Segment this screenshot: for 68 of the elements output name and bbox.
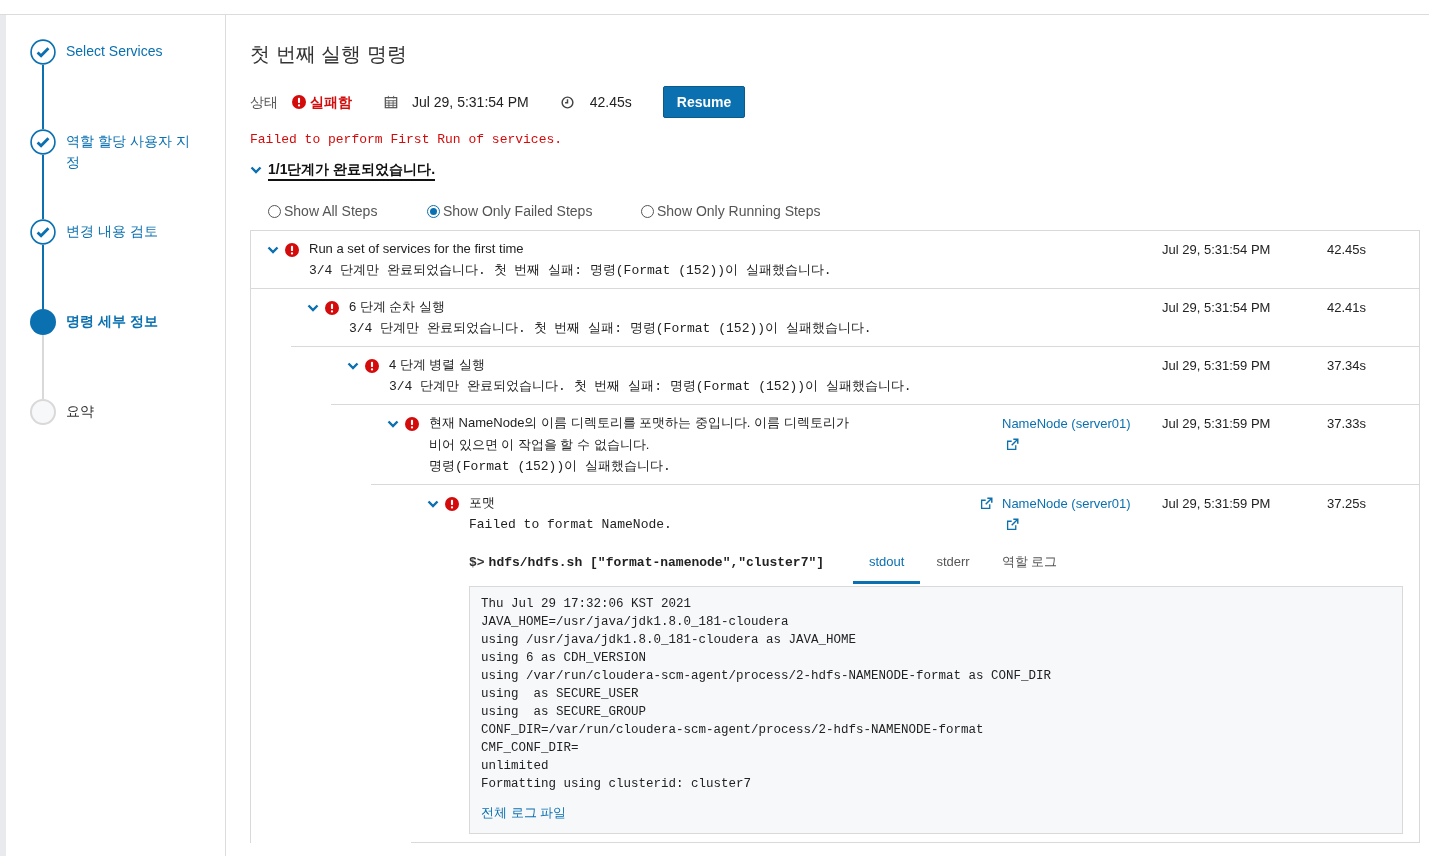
radio-button[interactable] bbox=[427, 204, 440, 218]
step-title: 현재 NameNode의 이름 디렉토리를 포맷하는 중입니다. 이름 디렉토리가 비어 있으면 이 작업을 할 수 없습니다. bbox=[429, 413, 849, 454]
step-time: Jul 29, 5:31:59 PM bbox=[1162, 494, 1272, 513]
duration: 42.45s bbox=[589, 92, 632, 112]
status-value: 실패함 bbox=[310, 92, 352, 112]
step-time: Jul 29, 5:31:59 PM bbox=[1162, 414, 1272, 433]
log-line: using /usr/java/jdk1.8.0_181-cloudera as JAVA_HOME bbox=[481, 632, 858, 649]
error-message: Failed to perform First Run of services. bbox=[250, 131, 564, 149]
full-log-link[interactable]: 전체 로그 파일 bbox=[481, 803, 1391, 823]
summary-toggle[interactable]: 1/1단계가 완료되었습니다. bbox=[268, 158, 436, 181]
step-message: 명령(Format (152))이 실패했습니다. bbox=[429, 457, 672, 476]
step-duration: 37.34s bbox=[1327, 356, 1368, 375]
log-line: Thu Jul 29 17:32:06 KST 2021 bbox=[481, 596, 693, 613]
log-tab[interactable]: stderr bbox=[920, 551, 986, 584]
wizard-step-label[interactable]: 명령 세부 정보 bbox=[66, 309, 194, 399]
start-time: Jul 29, 5:31:54 PM bbox=[412, 92, 529, 112]
wizard-step-label[interactable]: 변경 내용 검토 bbox=[66, 219, 194, 309]
status-label: 상태 bbox=[250, 92, 279, 112]
calendar-icon bbox=[384, 95, 398, 109]
radio-label[interactable]: Show All Steps bbox=[284, 200, 378, 222]
command-text: hdfs/hdfs.sh ["format-namenode","cluster7"] bbox=[488, 553, 825, 572]
radio-button[interactable] bbox=[641, 204, 654, 218]
step-title: Run a set of services for the first time bbox=[309, 239, 525, 258]
error-icon bbox=[292, 95, 306, 109]
error-icon bbox=[325, 300, 339, 315]
external-link-icon[interactable] bbox=[1006, 437, 1019, 451]
host-link[interactable]: NameNode (server01) bbox=[1002, 494, 1131, 512]
error-icon bbox=[285, 242, 299, 257]
step-time: Jul 29, 5:31:54 PM bbox=[1162, 298, 1272, 317]
host-link[interactable]: NameNode (server01) bbox=[1002, 414, 1131, 432]
log-line: using 6 as CDH_VERSION bbox=[481, 650, 648, 667]
log-line: CMF_CONF_DIR= bbox=[481, 740, 580, 757]
wizard-step-label[interactable]: Select Services bbox=[66, 39, 194, 129]
step-message: 3/4 단계만 완료되었습니다. 첫 번째 실패: 명령(Format (152))이 실패했습니다. bbox=[389, 377, 913, 396]
log-line: CONF_DIR=/var/run/cloudera-scm-agent/process/2-hdfs-NAMENODE-format bbox=[481, 722, 985, 739]
external-link-icon[interactable] bbox=[980, 496, 993, 510]
step-message: 3/4 단계만 완료되었습니다. 첫 번째 실패: 명령(Format (152))이 실패했습니다. bbox=[349, 319, 873, 338]
step-title: 6 단계 순차 실행 bbox=[349, 297, 447, 316]
log-line: using as SECURE_GROUP bbox=[481, 704, 648, 721]
step-message: Failed to format NameNode. bbox=[469, 515, 673, 534]
log-line: using as SECURE_USER bbox=[481, 686, 640, 703]
clock-icon bbox=[560, 95, 574, 109]
step-title: 포맷 bbox=[469, 493, 496, 512]
wizard-step-label[interactable]: 요약 bbox=[66, 399, 194, 489]
error-icon bbox=[405, 416, 419, 431]
step-message: 3/4 단계만 완료되었습니다. 첫 번째 실패: 명령(Format (152))이 실패했습니다. bbox=[309, 261, 833, 280]
log-tab[interactable]: 역할 로그 bbox=[985, 551, 1074, 584]
radio-label[interactable]: Show Only Running Steps bbox=[657, 200, 821, 222]
step-duration: 37.33s bbox=[1327, 414, 1368, 433]
step-duration: 42.45s bbox=[1327, 240, 1368, 259]
external-link-icon[interactable] bbox=[1006, 517, 1019, 531]
page-title: 첫 번째 실행 명령 bbox=[250, 42, 408, 67]
step-time: Jul 29, 5:31:59 PM bbox=[1162, 356, 1272, 375]
prompt-symbol: $> bbox=[469, 553, 485, 572]
step-time: Jul 29, 5:31:54 PM bbox=[1162, 240, 1272, 259]
step-duration: 37.25s bbox=[1327, 494, 1368, 513]
log-line: Formatting using clusterid: cluster7 bbox=[481, 776, 753, 793]
step-duration: 42.41s bbox=[1327, 298, 1368, 317]
log-line: unlimited bbox=[481, 758, 550, 775]
resume-button[interactable]: Resume bbox=[662, 86, 746, 118]
log-line: using /var/run/cloudera-scm-agent/process/2-hdfs-NAMENODE-format as CONF_DIR bbox=[481, 668, 1053, 685]
step-title: 4 단계 병렬 실행 bbox=[389, 355, 487, 374]
error-icon bbox=[365, 358, 379, 373]
log-line: JAVA_HOME=/usr/java/jdk1.8.0_181-cloudera bbox=[481, 614, 790, 631]
error-icon bbox=[445, 496, 459, 511]
radio-button[interactable] bbox=[268, 204, 281, 218]
wizard-step-label[interactable]: 역할 할당 사용자 지정 bbox=[66, 129, 194, 219]
radio-label[interactable]: Show Only Failed Steps bbox=[443, 200, 593, 222]
